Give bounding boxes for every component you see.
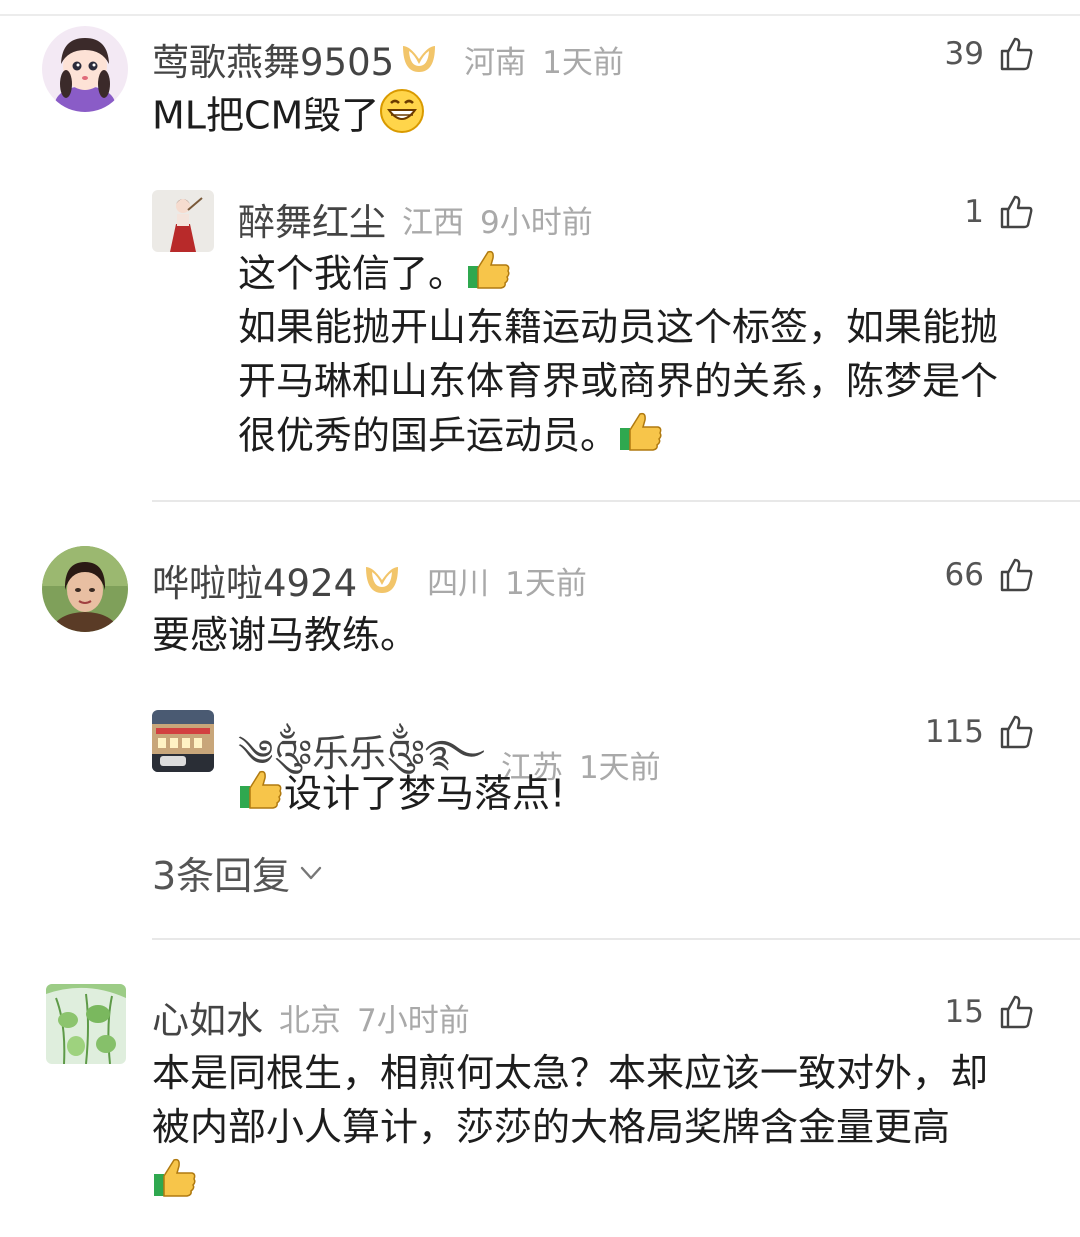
reply-line: 很优秀的国乒运动员。 [238, 413, 619, 458]
like-count: 115 [924, 714, 984, 750]
comment-body: 要感谢马教练。 [152, 613, 419, 657]
comment-feed: 莺歌燕舞9505 河南 1天前 39 ML把CM毁了 醉舞红尘 江西 9小时前 … [0, 0, 1080, 1237]
thumbs-up-emoji-icon [238, 766, 284, 826]
like-button[interactable]: 66 [945, 557, 1034, 593]
timestamp: 1天前 [578, 749, 661, 786]
comment-body: ML把CM毁了 [152, 93, 380, 138]
avatar[interactable] [152, 190, 214, 252]
reply-meta: 醉舞红尘 江西 9小时前 [238, 192, 593, 246]
reply-text-line: 很优秀的国乒运动员。 [238, 408, 664, 468]
vip-badge-icon [363, 563, 401, 597]
like-button[interactable]: 39 [945, 36, 1034, 72]
like-count: 1 [964, 194, 984, 230]
reply-text-line: 这个我信了。 [238, 246, 512, 306]
like-count: 66 [944, 557, 984, 593]
thumbs-up-outline-icon[interactable] [998, 714, 1034, 750]
reply-line: 这个我信了。 [238, 251, 467, 296]
like-count: 39 [944, 36, 984, 72]
timestamp: 1天前 [505, 565, 587, 602]
username[interactable]: 醉舞红尘 [238, 192, 386, 246]
comment-line: 本是同根生，相煎何太急？本来应该一致对外，却 [152, 1051, 989, 1095]
like-button[interactable]: 15 [945, 994, 1034, 1030]
comment-emoji-line [152, 1154, 198, 1214]
top-divider [0, 14, 1080, 16]
comment-meta: 心如水 北京 7小时前 [152, 990, 470, 1044]
thumbs-up-emoji-icon [466, 246, 512, 306]
avatar[interactable] [46, 984, 126, 1064]
vip-badge-icon [400, 42, 438, 76]
timestamp: 7小时前 [357, 1002, 470, 1039]
comment-divider [152, 938, 1080, 940]
thumbs-up-emoji-icon [152, 1154, 198, 1214]
avatar[interactable] [152, 710, 214, 772]
comment-divider [152, 500, 1080, 502]
reply-line: 开马琳和山东体育界或商界的关系，陈梦是个 [238, 359, 999, 403]
reply-text-line: 设计了梦马落点! [238, 766, 565, 826]
comment-meta: 哗啦啦4924 四川 1天前 [152, 553, 587, 607]
like-button[interactable]: 1 [964, 194, 1034, 230]
location: 河南 [464, 44, 527, 81]
thumbs-up-outline-icon[interactable] [998, 994, 1034, 1030]
replies-count-label: 3条回复 [152, 854, 291, 898]
comment-text: ML把CM毁了 [152, 88, 425, 148]
location: 江西 [402, 204, 464, 241]
timestamp: 9小时前 [480, 204, 593, 241]
thumbs-up-outline-icon[interactable] [998, 194, 1034, 230]
reply-line: 如果能抛开山东籍运动员这个标签，如果能抛 [238, 305, 999, 349]
timestamp: 1天前 [542, 44, 624, 81]
username[interactable]: 莺歌燕舞9505 [152, 32, 394, 86]
location: 四川 [427, 565, 490, 602]
comment-line: 被内部小人算计，莎莎的大格局奖牌含金量更高 [152, 1105, 951, 1149]
thumbs-up-emoji-icon [618, 408, 664, 468]
like-count: 15 [944, 994, 984, 1030]
avatar[interactable] [42, 26, 128, 112]
username[interactable]: 哗啦啦4924 [152, 553, 357, 607]
username[interactable]: 心如水 [152, 990, 263, 1044]
location: 北京 [279, 1002, 341, 1039]
view-replies-button[interactable]: 3条回复 [152, 845, 324, 900]
avatar[interactable] [42, 546, 128, 632]
comment-meta: 莺歌燕舞9505 河南 1天前 [152, 32, 624, 86]
grinning-face-emoji-icon [379, 88, 425, 148]
reply-body: 设计了梦马落点! [284, 771, 566, 816]
thumbs-up-outline-icon[interactable] [998, 557, 1034, 593]
like-button[interactable]: 115 [925, 714, 1034, 750]
chevron-down-icon [298, 860, 324, 886]
thumbs-up-outline-icon[interactable] [998, 36, 1034, 72]
